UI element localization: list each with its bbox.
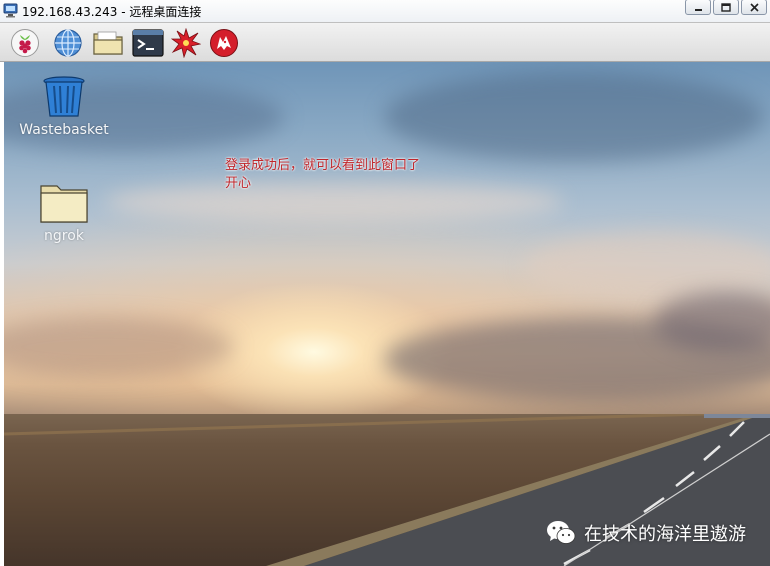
raspberry-menu-button[interactable] [9,28,41,58]
desktop-icon-wastebasket[interactable]: Wastebasket [4,76,124,138]
remote-desktop-icon [3,3,18,18]
cloud [4,317,234,377]
raspberry-pi-icon [11,29,39,57]
watermark-text: 在技术的海洋里遨游 [584,524,746,545]
desktop-icon-label: ngrok [44,228,84,244]
window-controls [685,0,767,17]
wolfram-button[interactable] [208,28,240,58]
annotation-text: 登录成功后，就可以看到此窗口了 开心 [225,158,421,191]
globe-icon [54,29,82,57]
desktop-icon-label: Wastebasket [19,122,109,138]
desktop[interactable]: Wastebasket ngrok 登录成功后，就可以看到此窗口了 开心 在技术… [4,62,770,566]
taskbar-panel [0,22,770,62]
restore-button[interactable] [713,0,739,15]
starburst-icon [171,28,201,58]
restore-icon [721,2,731,12]
terminal-icon [132,29,164,57]
file-manager-button[interactable] [92,28,124,58]
window-titlebar[interactable]: 192.168.43.243 - 远程桌面连接 [0,0,770,22]
terminal-button[interactable] [132,28,164,58]
watermark: 在技术的海洋里遨游 [546,520,746,546]
trash-icon [43,76,85,117]
wolf-icon [210,29,238,57]
minimize-button[interactable] [685,0,711,15]
close-icon [749,2,759,12]
cloud [384,72,764,162]
wechat-icon [547,521,576,544]
web-browser-button[interactable] [52,28,84,58]
minimize-icon [694,8,702,11]
folder-icon [93,31,123,55]
math-kernel-button[interactable] [170,28,202,58]
window-title: 192.168.43.243 - 远程桌面连接 [22,5,202,19]
close-button[interactable] [741,0,767,15]
desktop-icon-ngrok[interactable]: ngrok [4,182,124,244]
folder-icon [40,185,88,223]
